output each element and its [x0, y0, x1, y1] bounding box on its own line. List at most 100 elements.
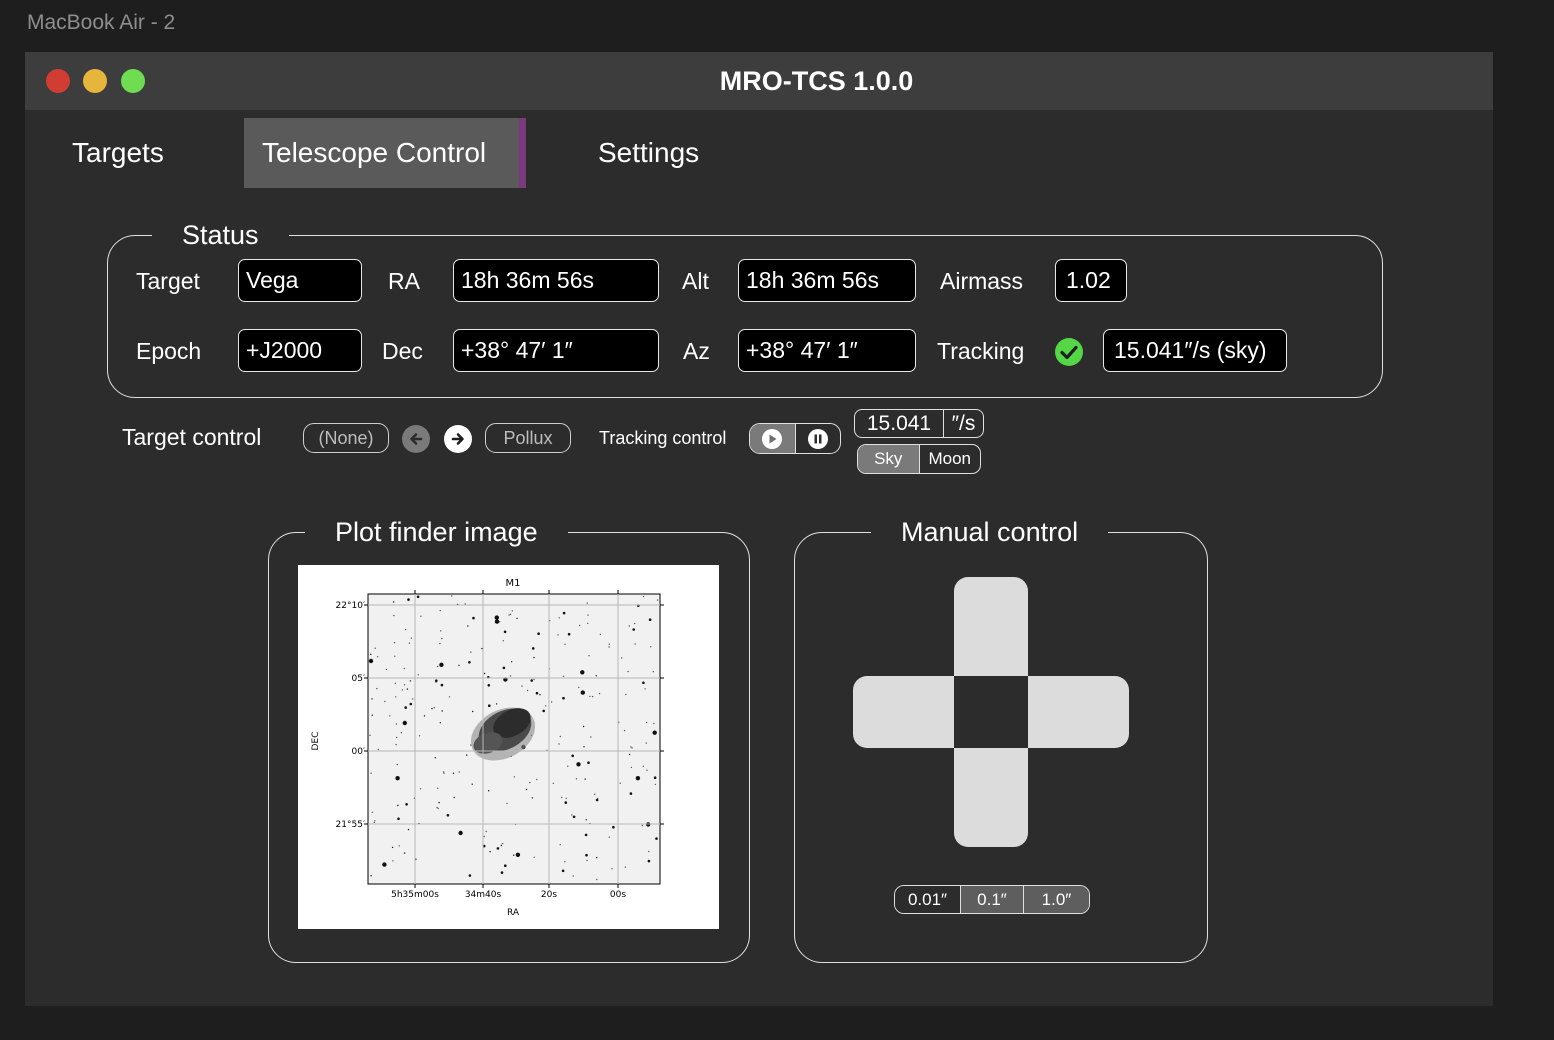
x-tick: 20s — [541, 890, 557, 900]
star-point — [584, 778, 586, 780]
star-point — [434, 757, 436, 759]
star-point — [509, 675, 512, 677]
star-point — [533, 678, 535, 681]
star-point — [504, 864, 507, 867]
star-point — [403, 852, 406, 854]
star-point — [565, 797, 567, 799]
star-point — [583, 746, 585, 748]
star-point — [558, 617, 560, 619]
star-point — [589, 695, 591, 698]
arrow-left-icon — [410, 433, 423, 445]
star-point — [508, 614, 510, 616]
x-tick: 34m40s — [465, 890, 502, 900]
alt-label: Alt — [682, 268, 709, 294]
play-icon — [762, 428, 783, 449]
star-point — [564, 861, 566, 863]
star-point — [533, 656, 535, 659]
ra-label: RA — [388, 268, 420, 294]
star-point — [646, 769, 648, 771]
star-point — [648, 618, 652, 621]
star-point — [437, 787, 439, 789]
y-axis-label: DEC — [311, 732, 321, 751]
star-point — [567, 632, 571, 636]
star-point — [572, 875, 574, 877]
star-point — [433, 706, 435, 709]
az-label: Az — [683, 338, 710, 364]
star-point — [587, 622, 589, 625]
star-point — [395, 743, 397, 746]
tab-telescope-control[interactable]: Telescope Control — [244, 118, 526, 188]
tracking-pause-button[interactable] — [796, 424, 841, 453]
airmass-field: 1.02 — [1055, 259, 1127, 302]
star-point — [653, 722, 655, 725]
star-point — [501, 842, 504, 845]
star-point — [438, 801, 440, 804]
tracking-rate-input[interactable]: 15.041 ″/s — [854, 409, 984, 438]
pause-icon — [807, 428, 828, 449]
next-arrow-button[interactable] — [444, 425, 472, 453]
y-tick: 21°55′ — [336, 820, 365, 830]
star-point — [531, 797, 534, 799]
star-point — [494, 615, 499, 620]
star-point — [373, 821, 376, 824]
star-point — [644, 688, 646, 690]
prev-arrow-button[interactable] — [402, 425, 430, 453]
star-point — [575, 778, 578, 780]
star-point — [511, 661, 513, 663]
star-point — [439, 722, 441, 724]
star-point — [416, 595, 420, 599]
star-point — [392, 860, 394, 862]
star-point — [495, 703, 498, 705]
star-point — [442, 771, 445, 773]
star-point — [417, 674, 419, 676]
star-point — [401, 689, 404, 691]
star-point — [611, 868, 613, 870]
star-point — [652, 730, 657, 735]
star-point — [627, 670, 629, 673]
star-point — [634, 643, 636, 645]
step-option[interactable]: 0.01″ — [895, 886, 960, 913]
title-bar[interactable]: MRO-TCS 1.0.0 — [25, 52, 1493, 110]
tab-settings[interactable]: Settings — [598, 118, 699, 188]
step-option[interactable]: 0.1″ — [960, 886, 1023, 913]
star-point — [420, 615, 422, 617]
alt-field: 18h 36m 56s — [738, 259, 916, 302]
moon-option[interactable]: Moon — [920, 445, 981, 473]
star-point — [467, 625, 469, 627]
star-point — [499, 621, 501, 623]
star-point — [374, 647, 376, 649]
star-point — [502, 640, 504, 642]
star-point — [596, 856, 598, 859]
prev-target-button[interactable]: (None) — [303, 423, 389, 453]
star-point — [537, 632, 540, 635]
star-point — [395, 723, 398, 725]
star-point — [391, 846, 394, 849]
tab-targets[interactable]: Targets — [72, 118, 164, 188]
star-point — [403, 667, 405, 670]
star-point — [370, 875, 372, 877]
finder-image: M1 22°10′ 05′ 00′ 21°55′ 5h35m00s 34m40s… — [298, 565, 719, 929]
star-point — [446, 814, 450, 817]
star-point — [453, 796, 455, 799]
star-point — [590, 736, 592, 738]
star-point — [591, 695, 594, 698]
star-point — [612, 825, 615, 829]
star-point — [525, 788, 528, 791]
step-option[interactable]: 1.0″ — [1023, 886, 1089, 913]
star-point — [625, 693, 627, 696]
star-point — [629, 792, 633, 795]
star-point — [385, 668, 388, 671]
star-point — [431, 707, 433, 710]
tracking-rate-value[interactable]: 15.041 — [855, 410, 944, 437]
star-point — [572, 815, 576, 819]
arrow-right-icon — [451, 433, 464, 445]
star-point — [376, 656, 379, 658]
star-point — [481, 647, 483, 650]
tracking-play-button[interactable] — [750, 424, 796, 453]
star-point — [655, 837, 658, 840]
star-point — [587, 761, 590, 764]
y-tick: 00′ — [352, 747, 366, 757]
sky-option[interactable]: Sky — [858, 445, 920, 473]
star-point — [628, 753, 631, 756]
next-target-button[interactable]: Pollux — [485, 423, 571, 453]
